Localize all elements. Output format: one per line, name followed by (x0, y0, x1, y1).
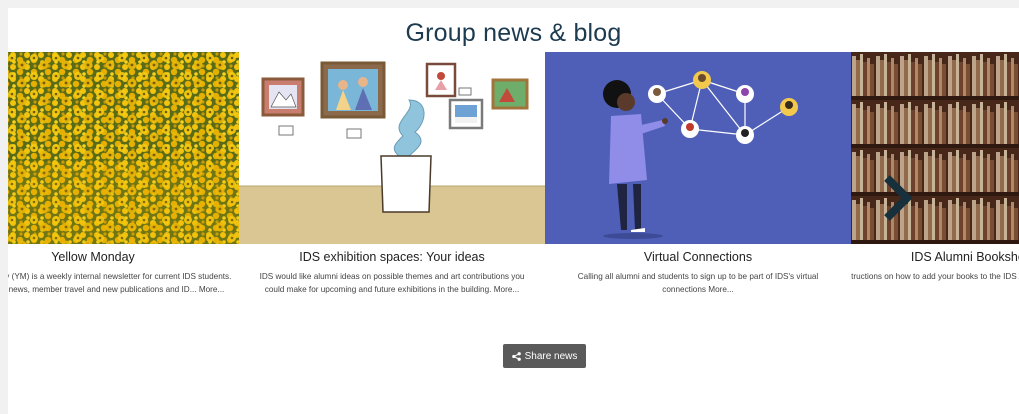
card-title[interactable]: IDS exhibition spaces: Your ideas (239, 250, 545, 264)
more-link[interactable]: More... (494, 285, 519, 294)
bookshelf-image[interactable] (851, 52, 1019, 244)
chevron-right-icon (884, 175, 913, 221)
gallery-illustration-image[interactable] (239, 52, 545, 244)
share-news-button[interactable]: Share news (503, 344, 586, 368)
card-title[interactable]: IDS Alumni Bookshelf (851, 250, 1019, 264)
more-link[interactable]: More... (708, 285, 733, 294)
news-carousel: Yellow Monday Yellow Monday (YM) is a we… (8, 52, 1019, 322)
news-section: Group news & blog Yellow Monday (YM) is … (8, 8, 1019, 414)
yellow-flowers-image[interactable] (8, 52, 246, 244)
news-card-exhibition-spaces[interactable]: IDS exhibition spaces: Your ideas IDS wo… (239, 52, 545, 322)
share-icon (511, 351, 521, 361)
card-description: IDS would like alumni ideas on possible … (259, 272, 525, 294)
section-title: Group news & blog (405, 19, 622, 47)
card-description: Yellow Monday (YM) is a weekly internal … (8, 272, 232, 294)
card-title[interactable]: Yellow Monday (8, 250, 246, 264)
card-title[interactable]: Virtual Connections (545, 250, 851, 264)
news-card-alumni-bookshelf[interactable]: IDS Alumni Bookshelf Instructions on how… (851, 52, 1019, 322)
news-card-virtual-connections[interactable]: Virtual Connections Calling all alumni a… (545, 52, 851, 322)
card-description: Calling all alumni and students to sign … (577, 272, 819, 294)
virtual-network-image[interactable] (545, 52, 851, 244)
card-description: Instructions on how to add your books to… (851, 272, 1019, 281)
carousel-next-button[interactable] (881, 174, 915, 222)
more-link[interactable]: More... (199, 285, 224, 294)
news-card-yellow-monday[interactable]: Yellow Monday Yellow Monday (YM) is a we… (8, 52, 246, 322)
share-news-label: Share news (524, 350, 578, 362)
